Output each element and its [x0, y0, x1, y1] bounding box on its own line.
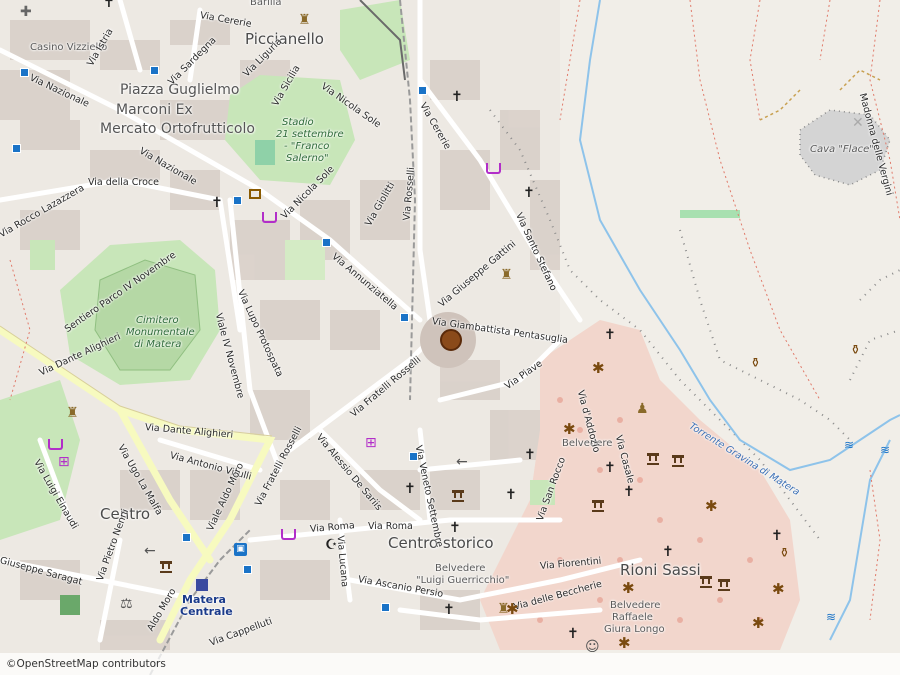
place-rioni-sassi: Rioni Sassi — [620, 561, 701, 579]
bus-stop-icon[interactable] — [20, 68, 29, 77]
church-icon[interactable]: ✝ — [567, 627, 579, 641]
viewpoint-icon[interactable]: ✱ — [622, 579, 635, 597]
shop-bag-icon[interactable]: ⊞ — [365, 436, 377, 450]
bus-stop-icon[interactable] — [12, 144, 21, 153]
church-icon[interactable]: ✝ — [103, 0, 115, 10]
viewpoint-icon[interactable]: ✱ — [752, 614, 765, 632]
street-via-della-croce: Via della Croce — [88, 177, 159, 188]
museum-icon[interactable] — [592, 500, 604, 512]
poi-stadio-4: Salerno" — [286, 153, 329, 164]
bus-stop-icon[interactable] — [182, 533, 191, 542]
shop-cart-icon[interactable] — [48, 439, 63, 450]
archaeological-site-icon[interactable]: ⚱ — [850, 343, 861, 358]
bus-stop-icon[interactable] — [381, 603, 390, 612]
museum-icon[interactable] — [647, 453, 659, 465]
poi-cava-flace: Cava "Flace" — [810, 144, 874, 155]
church-icon[interactable]: ✝ — [604, 328, 616, 342]
viewpoint-icon[interactable]: ✱ — [705, 497, 718, 515]
poi-belvedere-guerricchio-1: Belvedere — [435, 563, 486, 574]
church-icon[interactable]: ✝ — [451, 90, 463, 104]
poi-belvedere-giura-2: Raffaele — [612, 612, 653, 623]
museum-icon[interactable] — [700, 576, 712, 588]
bus-stop-icon[interactable] — [409, 452, 418, 461]
quarry-icon[interactable]: ✕ — [852, 116, 864, 130]
church-icon[interactable]: ✝ — [505, 488, 517, 502]
cemetery-icon[interactable]: ✚ — [20, 5, 32, 19]
church-icon[interactable]: ✝ — [211, 196, 223, 210]
monument-icon[interactable]: ♜ — [298, 13, 311, 27]
shop-cart-icon[interactable] — [262, 212, 277, 223]
monument-icon[interactable]: ♜ — [66, 406, 79, 420]
poi-stadio-1: Stadio — [282, 117, 314, 128]
poi-station-2: Centrale — [180, 605, 233, 618]
statue-icon[interactable]: ♟ — [636, 402, 649, 416]
church-icon[interactable]: ✝ — [623, 485, 635, 499]
place-piazza-line3: Mercato Ortofrutticolo — [100, 121, 255, 137]
poi-belvedere-giura-3: Giura Longo — [604, 624, 665, 635]
museum-icon[interactable] — [160, 561, 172, 573]
courthouse-icon[interactable]: ⚖ — [120, 597, 133, 611]
church-icon[interactable]: ✝ — [449, 521, 461, 535]
bus-stop-icon[interactable] — [400, 313, 409, 322]
viewpoint-icon[interactable]: ✱ — [772, 580, 785, 598]
waterfall-icon[interactable]: ≋ — [880, 443, 890, 457]
church-icon[interactable]: ✝ — [524, 448, 536, 462]
place-piazza-line2: Marconi Ex — [116, 102, 193, 118]
shop-cart-icon[interactable] — [486, 163, 501, 174]
poi-belvedere-giura-1: Belvedere — [610, 600, 661, 611]
oneway-arrow-icon: ← — [456, 454, 468, 470]
monument-icon[interactable]: ♜ — [500, 268, 513, 282]
church-icon[interactable]: ✝ — [604, 461, 616, 475]
poi-belvedere-guerricchio-2: "Luigi Guerricchio" — [416, 575, 510, 586]
bus-stop-icon[interactable] — [233, 196, 242, 205]
place-picchianello: Piccianello — [245, 30, 324, 48]
attribution-link[interactable]: OpenStreetMap contributors — [17, 658, 166, 670]
waterfall-icon[interactable]: ≋ — [844, 438, 854, 452]
bus-station-icon[interactable]: ▣ — [234, 543, 247, 556]
place-piazza-line1: Piazza Guglielmo — [120, 82, 240, 98]
poi-cimitero-2: Monumentale — [126, 327, 195, 338]
train-station-icon[interactable] — [196, 579, 208, 591]
archaeological-site-icon[interactable]: ⚱ — [779, 546, 790, 561]
theatre-icon[interactable]: ☺ — [585, 640, 600, 654]
library-icon[interactable] — [249, 189, 261, 199]
museum-icon[interactable] — [718, 579, 730, 591]
viewpoint-icon[interactable]: ✱ — [618, 634, 631, 652]
archaeological-site-icon[interactable]: ⚱ — [750, 356, 761, 371]
church-icon[interactable]: ✝ — [443, 603, 455, 617]
place-barilla: Barilla — [250, 0, 282, 8]
poi-cimitero-1: Cimitero — [136, 315, 179, 326]
poi-stadio-3: - "Franco — [284, 141, 330, 152]
map-attribution: ©OpenStreetMap contributors — [0, 653, 900, 675]
museum-icon[interactable] — [672, 455, 684, 467]
dome-icon[interactable] — [440, 329, 462, 351]
monument-icon[interactable]: ♜ — [497, 602, 510, 616]
shop-bag-icon[interactable]: ⊞ — [58, 455, 70, 469]
street-via-roma-2: Via Roma — [368, 521, 413, 532]
map-canvas[interactable]: Piccianello Piazza Guglielmo Marconi Ex … — [0, 0, 900, 675]
church-icon[interactable]: ✝ — [404, 482, 416, 496]
bus-stop-icon[interactable] — [418, 86, 427, 95]
church-icon[interactable]: ✝ — [771, 529, 783, 543]
shop-cart-icon[interactable] — [281, 529, 296, 540]
copyright-symbol: © — [6, 658, 17, 670]
poi-stadio-2: 21 settembre — [276, 129, 344, 140]
waterfall-icon[interactable]: ≋ — [826, 610, 836, 624]
viewpoint-icon[interactable]: ✱ — [563, 420, 576, 438]
museum-icon[interactable] — [452, 490, 464, 502]
bus-stop-icon[interactable] — [322, 238, 331, 247]
poi-cimitero-3: di Matera — [134, 339, 182, 350]
bus-stop-icon[interactable] — [150, 66, 159, 75]
church-icon[interactable]: ✝ — [523, 186, 535, 200]
church-icon[interactable]: ✝ — [662, 545, 674, 559]
mosque-icon[interactable]: ☪ — [325, 538, 338, 552]
bus-stop-icon[interactable] — [243, 565, 252, 574]
viewpoint-icon[interactable]: ✱ — [592, 359, 605, 377]
oneway-arrow-icon: ← — [144, 543, 156, 559]
